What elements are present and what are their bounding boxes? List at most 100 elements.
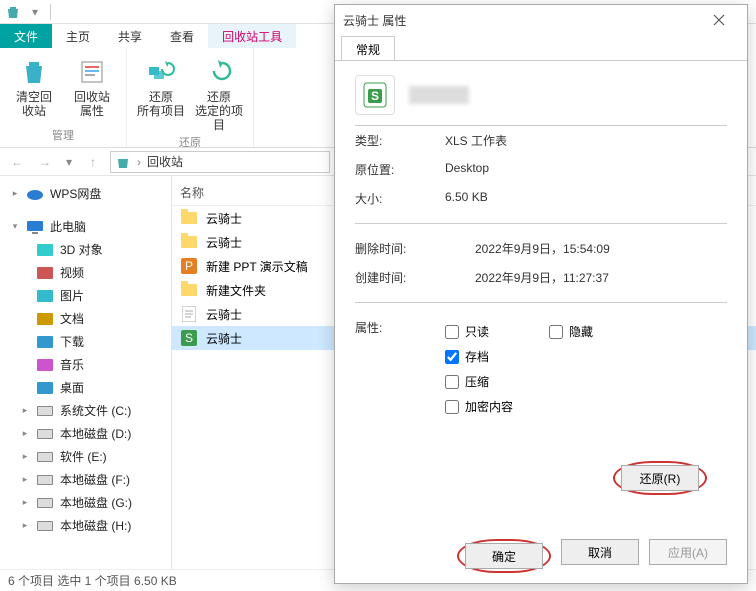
tab-recycle-tools[interactable]: 回收站工具: [208, 24, 296, 48]
folder-icon: [180, 281, 198, 299]
tab-home[interactable]: 主页: [52, 24, 104, 48]
label: 本地磁盘 (H:): [60, 517, 131, 534]
nav-pane: ▸ WPS网盘 ▾ 此电脑 3D 对象视频图片文档下载音乐桌面▸系统文件 (C:…: [0, 176, 172, 576]
address-input[interactable]: › 回收站: [110, 151, 330, 173]
type-value: XLS 工作表: [445, 132, 507, 149]
nav-up-icon[interactable]: ↑: [82, 151, 104, 173]
chevron-right-icon: ›: [137, 155, 141, 169]
label: 文档: [60, 310, 84, 327]
nav-item[interactable]: 3D 对象: [0, 238, 171, 261]
label: 清空回 收站: [16, 90, 52, 118]
chevron-right-icon: ▸: [20, 451, 30, 462]
restore-all-icon: [145, 56, 177, 88]
cancel-button[interactable]: 取消: [561, 539, 639, 565]
tab-share[interactable]: 共享: [104, 24, 156, 48]
disk-icon: [36, 473, 54, 487]
nav-item[interactable]: 下载: [0, 330, 171, 353]
apply-button[interactable]: 应用(A): [649, 539, 727, 565]
chevron-right-icon: ▸: [20, 405, 30, 416]
dialog-title: 云骑士 属性: [343, 12, 699, 29]
nav-item[interactable]: ▸本地磁盘 (H:): [0, 514, 171, 537]
empty-recycle-button[interactable]: 清空回 收站: [8, 52, 60, 125]
chevron-down-icon: ▾: [10, 221, 20, 232]
qat-down-icon[interactable]: ▾: [26, 3, 44, 21]
ppt-icon: P: [180, 257, 198, 275]
label: WPS网盘: [50, 185, 101, 202]
group-label: 还原: [179, 132, 201, 152]
readonly-checkbox[interactable]: 只读: [445, 319, 489, 344]
restore-button[interactable]: 还原(R): [621, 465, 699, 491]
nav-item[interactable]: 图片: [0, 284, 171, 307]
dialog-buttons: 确定 取消 应用(A): [335, 529, 747, 583]
restore-sel-icon: [203, 56, 235, 88]
nav-history-icon[interactable]: ▾: [62, 151, 76, 173]
highlight-oval: 还原(R): [613, 461, 707, 495]
restore-selected-button[interactable]: 还原 选定的项目: [193, 52, 245, 132]
nav-item[interactable]: ▸系统文件 (C:): [0, 399, 171, 422]
nav-back-icon[interactable]: ←: [6, 151, 28, 173]
dialog-titlebar[interactable]: 云骑士 属性: [335, 5, 747, 35]
label: 还原 所有项目: [137, 90, 185, 118]
ribbon-group-restore: 还原 所有项目 还原 选定的项目 还原: [127, 48, 254, 147]
label: 本地磁盘 (F:): [60, 471, 130, 488]
nav-wps[interactable]: ▸ WPS网盘: [0, 182, 171, 205]
tab-general[interactable]: 常规: [341, 36, 395, 60]
size-label: 大小:: [355, 190, 445, 207]
label: 回收站 属性: [74, 90, 110, 118]
nav-thispc[interactable]: ▾ 此电脑: [0, 215, 171, 238]
recycle-bin-icon[interactable]: [4, 3, 22, 21]
tab-file[interactable]: 文件: [0, 24, 52, 48]
location-value: Desktop: [445, 161, 489, 178]
location-label: 原位置:: [355, 161, 445, 178]
dialog-tabs: 常规: [335, 35, 747, 61]
label: 3D 对象: [60, 241, 103, 258]
label: 图片: [60, 287, 84, 304]
hidden-checkbox[interactable]: 隐藏: [549, 319, 593, 344]
disk-icon: [36, 496, 54, 510]
disk-icon: [36, 427, 54, 441]
chevron-right-icon: ▸: [20, 428, 30, 439]
nav-item[interactable]: ▸软件 (E:): [0, 445, 171, 468]
nav-item[interactable]: 文档: [0, 307, 171, 330]
recycle-bin-icon: [115, 154, 131, 170]
recycle-props-button[interactable]: 回收站 属性: [66, 52, 118, 125]
xls-file-icon: S: [355, 75, 395, 115]
label: 此电脑: [50, 218, 86, 235]
nav-item[interactable]: 音乐: [0, 353, 171, 376]
type-label: 类型:: [355, 132, 445, 149]
disk-icon: [36, 404, 54, 418]
dialog-body: S 类型:XLS 工作表 原位置:Desktop 大小:6.50 KB 删除时间…: [335, 61, 747, 529]
nav-item[interactable]: ▸本地磁盘 (G:): [0, 491, 171, 514]
chevron-right-icon: ▸: [20, 474, 30, 485]
label: 还原 选定的项目: [193, 90, 245, 132]
folder-icon: [36, 358, 54, 372]
nav-item[interactable]: ▸ 本地磁盘 (F:): [0, 468, 171, 491]
svg-text:S: S: [371, 89, 379, 103]
separator: [50, 4, 51, 20]
ok-button[interactable]: 确定: [465, 543, 543, 569]
deleted-value: 2022年9月9日，15:54:09: [475, 240, 610, 257]
properties-dialog: 云骑士 属性 常规 S 类型:XLS 工作表 原位置:Desktop 大小:6.…: [334, 4, 748, 584]
file-name: 新建 PPT 演示文稿: [206, 258, 308, 275]
trash-icon: [18, 56, 50, 88]
label: 视频: [60, 264, 84, 281]
label: 音乐: [60, 356, 84, 373]
folder-icon: [36, 381, 54, 395]
nav-item[interactable]: ▸本地磁盘 (D:): [0, 422, 171, 445]
deleted-label: 删除时间:: [355, 240, 475, 257]
breadcrumb-root[interactable]: 回收站: [147, 153, 183, 170]
archive-checkbox[interactable]: 存档: [445, 344, 727, 369]
nav-forward-icon[interactable]: →: [34, 151, 56, 173]
encrypt-checkbox[interactable]: 加密内容: [445, 394, 727, 419]
file-name-redacted: [409, 86, 469, 104]
restore-all-button[interactable]: 还原 所有项目: [135, 52, 187, 132]
nav-item[interactable]: 桌面: [0, 376, 171, 399]
xls-icon: S: [180, 329, 198, 347]
compress-checkbox[interactable]: 压缩: [445, 369, 727, 394]
tab-view[interactable]: 查看: [156, 24, 208, 48]
folder-icon: [36, 289, 54, 303]
close-button[interactable]: [699, 6, 739, 34]
nav-item[interactable]: 视频: [0, 261, 171, 284]
folder-icon: [180, 209, 198, 227]
folder-icon: [36, 335, 54, 349]
